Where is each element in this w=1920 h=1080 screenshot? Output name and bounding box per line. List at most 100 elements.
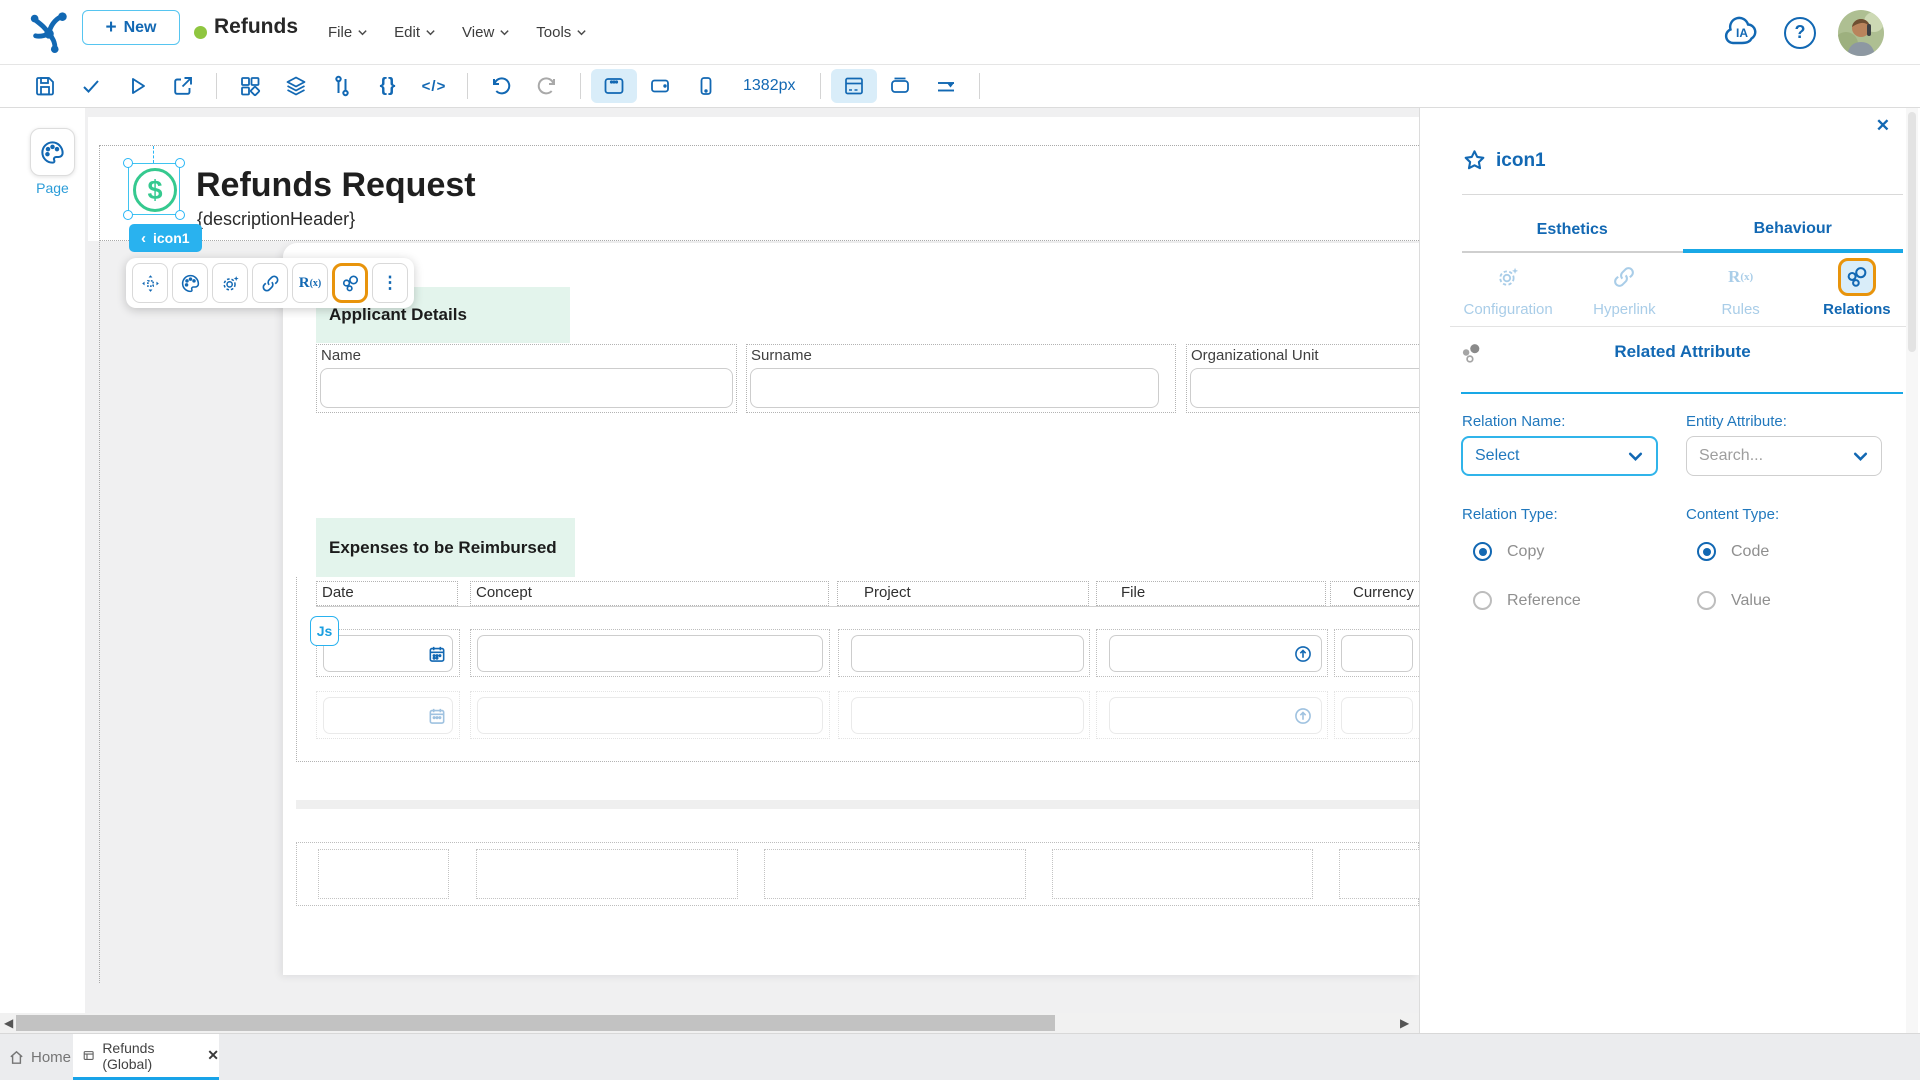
tablet-view-button[interactable] <box>637 69 683 103</box>
header-layout-button[interactable] <box>877 69 923 103</box>
icon1-element[interactable]: $ <box>123 158 185 220</box>
hyperlink-button[interactable] <box>252 263 288 303</box>
subtab-configuration[interactable]: Configuration <box>1450 258 1566 318</box>
tab-home[interactable]: Home <box>8 1034 71 1080</box>
name-input[interactable] <box>320 368 733 408</box>
radio-code[interactable]: Code <box>1697 542 1769 561</box>
concept-input[interactable] <box>477 635 823 672</box>
filter-settings-button[interactable] <box>923 69 969 103</box>
subtab-rules[interactable]: R (x) Rules <box>1683 258 1799 318</box>
file-input[interactable] <box>1109 635 1322 672</box>
design-canvas[interactable]: $ Refunds Request {descriptionHeader} ‹ … <box>85 108 1419 1013</box>
placeholder-cell[interactable] <box>1052 849 1313 899</box>
tab-refunds-global[interactable]: Refunds (Global) ✕ <box>73 1034 219 1077</box>
concept-cell[interactable] <box>470 691 830 739</box>
scroll-left-arrow[interactable]: ◀ <box>4 1016 13 1030</box>
rules-button[interactable]: R (x) <box>292 263 328 303</box>
placeholder-cell[interactable] <box>764 849 1026 899</box>
run-preview-button[interactable] <box>114 69 160 103</box>
surname-input[interactable] <box>750 368 1159 408</box>
field-organizational-unit[interactable]: Organizational Unit <box>1186 344 1419 413</box>
column-header-concept[interactable]: Concept <box>470 581 829 606</box>
radio-value[interactable]: Value <box>1697 591 1771 610</box>
subtab-relations[interactable]: Relations <box>1799 258 1915 318</box>
relations-button[interactable] <box>332 263 368 303</box>
upload-icon[interactable] <box>1293 644 1313 669</box>
page-style-button[interactable] <box>30 128 75 176</box>
canvas-page-subtitle[interactable]: {descriptionHeader} <box>197 209 355 230</box>
column-header-currency[interactable]: Currency <box>1330 581 1419 606</box>
page-sections-button[interactable] <box>830 69 877 103</box>
validate-button[interactable] <box>68 69 114 103</box>
organizational-unit-input[interactable] <box>1190 368 1419 408</box>
menu-tools[interactable]: Tools <box>536 24 587 41</box>
save-button[interactable] <box>22 69 68 103</box>
horizontal-scrollbar[interactable]: ◀ ▶ <box>0 1013 1419 1033</box>
selection-handle[interactable] <box>175 210 185 220</box>
undo-button[interactable] <box>478 69 524 103</box>
column-header-date[interactable]: Date <box>316 581 458 606</box>
project-cell[interactable] <box>838 629 1090 677</box>
calendar-icon[interactable] <box>427 644 447 669</box>
close-tab-icon[interactable]: ✕ <box>207 1047 219 1064</box>
braces-button[interactable]: {} <box>365 69 411 103</box>
column-header-file[interactable]: File <box>1096 581 1326 606</box>
esthetics-palette-button[interactable] <box>172 263 208 303</box>
scroll-right-arrow[interactable]: ▶ <box>1400 1016 1409 1030</box>
currency-cell[interactable] <box>1334 691 1419 739</box>
selection-handle[interactable] <box>123 158 133 168</box>
source-code-button[interactable]: </> <box>411 69 457 103</box>
user-avatar[interactable] <box>1838 9 1884 56</box>
project-cell[interactable] <box>838 691 1090 739</box>
layers-button[interactable] <box>273 69 319 103</box>
new-button[interactable]: + New <box>82 10 180 45</box>
scrollbar-thumb[interactable] <box>16 1015 1055 1031</box>
ai-assistant-icon[interactable]: IA <box>1722 15 1762 51</box>
relation-name-select[interactable]: Select <box>1461 436 1658 476</box>
section-title-expenses[interactable]: Expenses to be Reimbursed <box>316 518 575 577</box>
subtab-hyperlink[interactable]: Hyperlink <box>1566 258 1682 318</box>
currency-input[interactable] <box>1341 697 1413 734</box>
concept-cell[interactable] <box>470 629 830 677</box>
placeholder-row[interactable] <box>296 842 1419 906</box>
selected-element-chip[interactable]: ‹ icon1 <box>129 224 202 252</box>
file-cell[interactable] <box>1096 629 1328 677</box>
column-header-project[interactable]: Project <box>837 581 1089 606</box>
selection-handle[interactable] <box>123 210 133 220</box>
js-script-badge[interactable]: Js <box>310 616 339 646</box>
more-options-button[interactable]: ⋮ <box>372 263 408 303</box>
move-element-button[interactable] <box>132 263 168 303</box>
tab-behaviour[interactable]: Behaviour <box>1682 208 1903 253</box>
placeholder-cell[interactable] <box>1339 849 1419 899</box>
redo-button[interactable] <box>524 69 570 103</box>
menu-view[interactable]: View <box>462 24 510 41</box>
project-input[interactable] <box>851 697 1084 734</box>
canvas-page-title[interactable]: Refunds Request <box>196 166 476 205</box>
export-button[interactable] <box>160 69 206 103</box>
entity-attribute-search-select[interactable]: Search... <box>1686 436 1882 476</box>
radio-reference[interactable]: Reference <box>1473 591 1581 610</box>
desktop-view-button[interactable] <box>591 69 637 103</box>
help-icon[interactable]: ? <box>1784 16 1816 49</box>
brand-logo-icon[interactable] <box>26 6 72 56</box>
field-name[interactable]: Name <box>316 344 737 413</box>
flow-connections-button[interactable] <box>319 69 365 103</box>
file-input[interactable] <box>1109 697 1322 734</box>
selection-handle[interactable] <box>175 158 185 168</box>
currency-input[interactable] <box>1341 635 1413 672</box>
placeholder-cell[interactable] <box>476 849 738 899</box>
mobile-view-button[interactable] <box>683 69 729 103</box>
panel-scrollbar[interactable] <box>1906 108 1918 1033</box>
widgets-button[interactable] <box>227 69 273 103</box>
menu-file[interactable]: File <box>328 24 368 41</box>
field-surname[interactable]: Surname <box>746 344 1176 413</box>
placeholder-cell[interactable] <box>318 849 449 899</box>
date-cell[interactable] <box>316 691 460 739</box>
concept-input[interactable] <box>477 697 823 734</box>
close-panel-icon[interactable]: ✕ <box>1876 116 1890 136</box>
radio-copy[interactable]: Copy <box>1473 542 1544 561</box>
tab-esthetics[interactable]: Esthetics <box>1462 208 1683 253</box>
configuration-button[interactable] <box>212 263 248 303</box>
menu-edit[interactable]: Edit <box>394 24 436 41</box>
currency-cell[interactable] <box>1334 629 1419 677</box>
